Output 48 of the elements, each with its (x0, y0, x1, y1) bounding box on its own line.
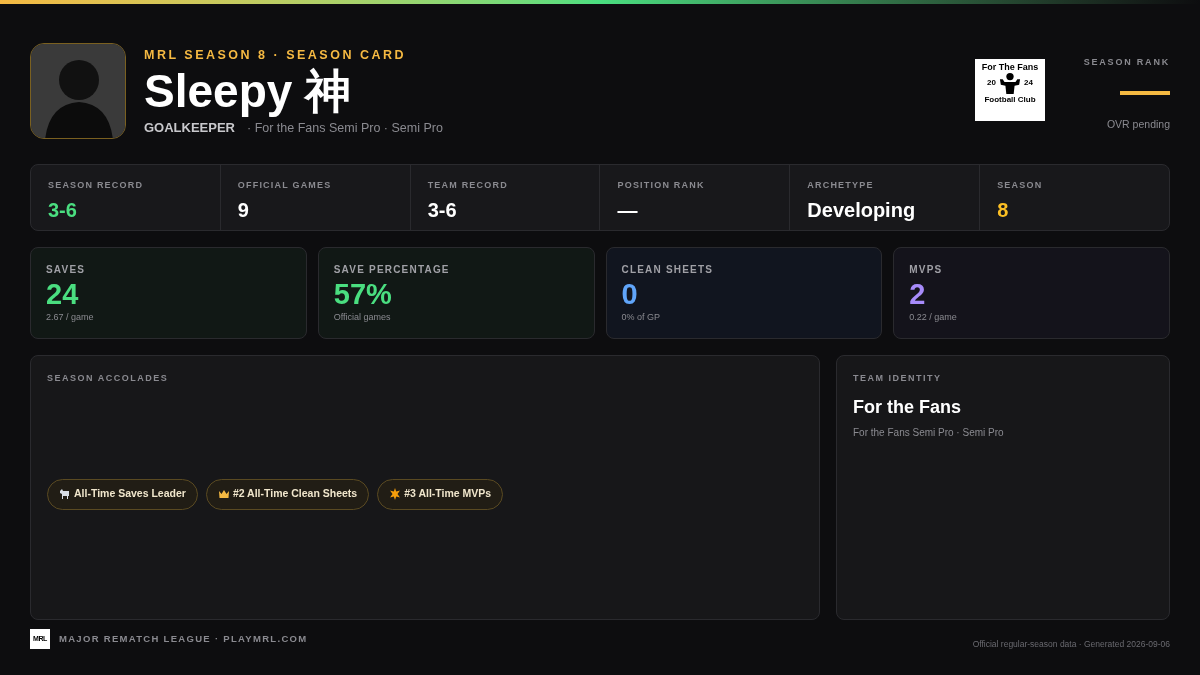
accolade-label: #2 All-Time Clean Sheets (232, 486, 358, 502)
summary-value: Developing (807, 197, 917, 223)
position-label: GOALKEEPER (144, 118, 235, 137)
logo-year-text: 24 (1024, 79, 1033, 87)
crown-icon (217, 488, 230, 500)
stat-subtext: Official games (333, 311, 392, 324)
league-footer-text: MAJOR REMATCH LEAGUE · PLAYMRL.COM (59, 632, 308, 647)
stat-value: 0 (621, 277, 639, 311)
logo-top-text: For The Fans (981, 63, 1039, 72)
stat-value: 2 (909, 277, 927, 311)
summary-value: — (617, 197, 639, 223)
summary-label: TEAM RECORD (427, 179, 509, 192)
summary-label: SEASON (997, 179, 1044, 192)
rank-placeholder-bar (1120, 90, 1170, 95)
summary-value: 3-6 (427, 197, 458, 223)
goat-icon (59, 488, 71, 500)
accolade-label: All-Time Saves Leader (74, 486, 186, 502)
stat-subtext: 0% of GP (621, 311, 662, 324)
stat-label: CLEAN SHEETS (621, 263, 715, 277)
stat-label: SAVE PERCENTAGE (333, 263, 451, 277)
team-name: For the Fans (853, 395, 962, 419)
stat-label: SAVES (46, 263, 87, 277)
summary-value: 8 (997, 197, 1010, 223)
summary-value: 9 (237, 197, 250, 223)
season-rank-label: SEASON RANK (1083, 56, 1170, 69)
stat-label: MVPS (909, 263, 944, 277)
summary-label: SEASON RECORD (48, 179, 145, 192)
summary-label: ARCHETYPE (807, 179, 875, 192)
player-silhouette-icon (997, 72, 1023, 94)
stat-value: 24 (46, 277, 80, 311)
logo-year-text: 20 (987, 79, 996, 87)
team-line: · For the Fans Semi Pro · Semi Pro (247, 119, 443, 137)
eyebrow-label: MRL SEASON 8 · SEASON CARD (144, 47, 407, 64)
stat-value: 57% (333, 277, 393, 311)
summary-label: OFFICIAL GAMES (237, 179, 333, 192)
generated-note: Official regular-season data · Generated 2026-09-06 (972, 638, 1170, 651)
ovr-note: OVR pending (1106, 116, 1170, 132)
panel-title: TEAM IDENTITY (853, 372, 943, 385)
summary-label: POSITION RANK (617, 179, 706, 192)
stat-subtext: 2.67 / game (46, 311, 95, 324)
stat-subtext: 0.22 / game (909, 311, 958, 324)
accolade-label: #3 All-Time MVPs (404, 486, 492, 502)
panel-title: SEASON ACCOLADES (47, 372, 170, 385)
logo-bottom-text: Football Club (984, 96, 1036, 104)
team-subtitle: For the Fans Semi Pro · Semi Pro (853, 425, 1005, 440)
player-name: Sleepy 神 (144, 64, 353, 117)
sun-icon (389, 488, 402, 500)
summary-value: 3-6 (48, 197, 78, 223)
